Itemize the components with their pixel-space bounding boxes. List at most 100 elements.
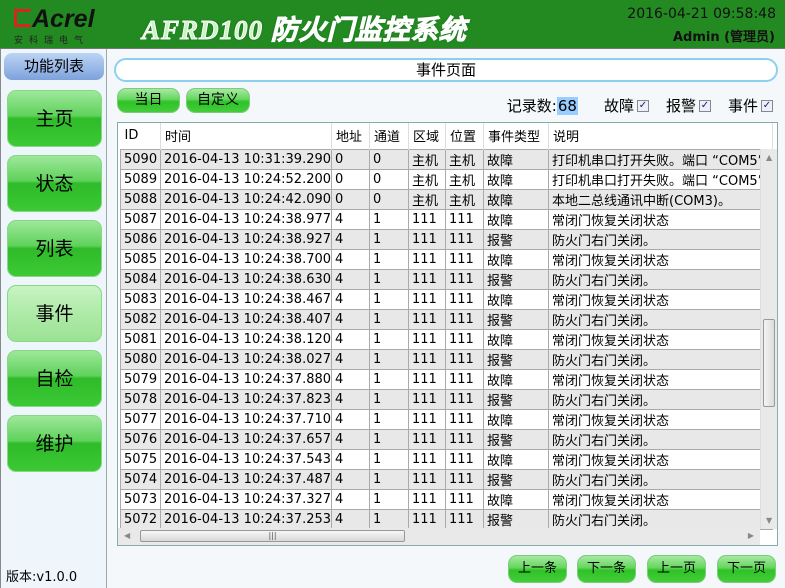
- table-cell: 111: [445, 508, 485, 530]
- table-cell: 111: [408, 348, 447, 370]
- table-row[interactable]: 5077 2016-04-13 10:24:37.710 4 1 111 111 故障 常闭门…: [120, 408, 774, 430]
- table-cell: 5077: [120, 408, 161, 430]
- table-cell: 故障: [483, 368, 550, 390]
- table-cell: 111: [408, 448, 447, 470]
- table-cell: 4: [331, 208, 371, 230]
- table-cell: 2016-04-13 10:24:37.710: [159, 408, 333, 430]
- table-row[interactable]: 5081 2016-04-13 10:24:38.120 4 1 111 111 故障 常闭门…: [120, 328, 774, 350]
- table-cell: 111: [445, 488, 485, 510]
- table-cell: 0: [331, 148, 371, 170]
- table-cell: 111: [445, 368, 485, 390]
- table-cell: 111: [445, 428, 485, 450]
- table-row[interactable]: 5074 2016-04-13 10:24:37.487 4 1 111 111 报警 防火门…: [120, 468, 774, 490]
- column-header[interactable]: 位置: [445, 123, 485, 149]
- table-cell: 常闭门恢复关闭状态: [548, 288, 774, 310]
- scroll-down-icon[interactable]: ▼: [766, 516, 772, 525]
- nav-selftest-button[interactable]: 自检: [7, 350, 102, 407]
- table-cell: 常闭门恢复关闭状态: [548, 248, 774, 270]
- table-cell: 4: [331, 428, 371, 450]
- prev-page-button[interactable]: 上一页: [647, 555, 706, 583]
- table-cell: 5087: [120, 208, 161, 230]
- table-cell: 1: [369, 408, 410, 430]
- scroll-left-icon[interactable]: ◀: [124, 531, 130, 540]
- filter-event-checkbox[interactable]: ✓: [761, 99, 773, 112]
- table-row[interactable]: 5082 2016-04-13 10:24:38.407 4 1 111 111 报警 防火门…: [120, 308, 774, 330]
- nav-list-button[interactable]: 列表: [7, 220, 102, 277]
- table-cell: 1: [369, 468, 410, 490]
- table-row[interactable]: 5072 2016-04-13 10:24:37.253 4 1 111 111 报警 防火门…: [120, 508, 774, 530]
- filter-fault-checkbox[interactable]: ✓: [636, 99, 649, 112]
- table-cell: 111: [408, 208, 447, 230]
- column-header[interactable]: 区域: [408, 123, 447, 149]
- table-cell: 111: [408, 388, 447, 410]
- table-cell: 常闭门恢复关闭状态: [548, 208, 774, 230]
- table-cell: 4: [331, 328, 371, 350]
- table-cell: 1: [369, 428, 410, 450]
- column-header[interactable]: 通道: [369, 123, 410, 149]
- table-cell: 2016-04-13 10:31:39.290: [159, 148, 333, 170]
- datetime: 2016-04-21 09:58:48: [627, 6, 776, 22]
- column-header[interactable]: 时间: [160, 123, 333, 149]
- table-cell: 2016-04-13 10:24:38.407: [159, 308, 333, 330]
- table-row[interactable]: 5078 2016-04-13 10:24:37.823 4 1 111 111 报警 防火门…: [120, 388, 774, 410]
- vertical-scrollbar[interactable]: ▲ ▼: [760, 149, 777, 529]
- column-header[interactable]: ID: [120, 123, 161, 149]
- nav-events-button[interactable]: 事件: [7, 285, 102, 342]
- nav-status-button[interactable]: 状态: [7, 155, 102, 212]
- table-cell: 2016-04-13 10:24:37.327: [159, 488, 333, 510]
- nav-maintenance-button[interactable]: 维护: [7, 415, 102, 472]
- table-row[interactable]: 5076 2016-04-13 10:24:37.657 4 1 111 111 报警 防火门…: [120, 428, 774, 450]
- column-header[interactable]: 说明: [548, 123, 774, 149]
- next-item-button[interactable]: 下一条: [577, 555, 636, 583]
- custom-range-button[interactable]: 自定义: [186, 88, 250, 113]
- table-row[interactable]: 5090 2016-04-13 10:31:39.290 0 0 主机 主机 故障 打印机串口…: [120, 148, 774, 170]
- table-cell: 0: [331, 188, 371, 210]
- scroll-up-icon[interactable]: ▲: [766, 153, 772, 162]
- table-cell: 常闭门恢复关闭状态: [548, 328, 774, 350]
- filter-alarm-checkbox[interactable]: ✓: [698, 99, 711, 112]
- table-cell: 防火门右门关闭。: [548, 268, 774, 290]
- version-label: 版本:v1.0.0: [6, 570, 78, 585]
- table-row[interactable]: 5084 2016-04-13 10:24:38.630 4 1 111 111 报警 防火门…: [120, 268, 774, 290]
- table-cell: 1: [369, 308, 410, 330]
- table-row[interactable]: 5073 2016-04-13 10:24:37.327 4 1 111 111 故障 常闭门…: [120, 488, 774, 510]
- column-header[interactable]: 地址: [331, 123, 371, 149]
- table-cell: 111: [408, 268, 447, 290]
- table-cell: 1: [369, 288, 410, 310]
- table-row[interactable]: 5080 2016-04-13 10:24:38.027 4 1 111 111 报警 防火门…: [120, 348, 774, 370]
- table-row[interactable]: 5089 2016-04-13 10:24:52.200 0 0 主机 主机 故障 打印机串口…: [120, 168, 774, 190]
- table-cell: 1: [369, 268, 410, 290]
- scroll-right-icon[interactable]: ▶: [748, 531, 754, 540]
- table-cell: 故障: [483, 148, 550, 170]
- table-cell: 报警: [483, 348, 550, 370]
- table-cell: 4: [331, 388, 371, 410]
- table-row[interactable]: 5085 2016-04-13 10:24:38.700 4 1 111 111 故障 常闭门…: [120, 248, 774, 270]
- table-cell: 2016-04-13 10:24:38.927: [159, 228, 333, 250]
- table-cell: 2016-04-13 10:24:38.027: [159, 348, 333, 370]
- table-row[interactable]: 5075 2016-04-13 10:24:37.543 4 1 111 111 故障 常闭门…: [120, 448, 774, 470]
- table-row[interactable]: 5087 2016-04-13 10:24:38.977 4 1 111 111 故障 常闭门…: [120, 208, 774, 230]
- table-row[interactable]: 5083 2016-04-13 10:24:38.467 4 1 111 111 故障 常闭门…: [120, 288, 774, 310]
- table-cell: 0: [369, 148, 410, 170]
- nav-home-button[interactable]: 主页: [7, 90, 102, 147]
- horizontal-scrollbar[interactable]: ◀ ||| ▶: [118, 528, 760, 545]
- table-cell: 1: [369, 448, 410, 470]
- table-cell: 5081: [120, 328, 161, 350]
- prev-item-button[interactable]: 上一条: [508, 555, 567, 583]
- table-cell: 111: [408, 308, 447, 330]
- table-row[interactable]: 5079 2016-04-13 10:24:37.880 4 1 111 111 故障 常闭门…: [120, 368, 774, 390]
- today-button[interactable]: 当日: [117, 88, 180, 113]
- table-row[interactable]: 5088 2016-04-13 10:24:42.090 0 0 主机 主机 故障 本地二总线…: [120, 188, 774, 210]
- column-header[interactable]: 事件类型: [483, 123, 550, 149]
- table-cell: 防火门右门关闭。: [548, 228, 774, 250]
- next-page-button[interactable]: 下一页: [717, 555, 776, 583]
- table-cell: 报警: [483, 428, 550, 450]
- table-cell: 2016-04-13 10:24:37.823: [159, 388, 333, 410]
- table-cell: 5083: [120, 288, 161, 310]
- table-cell: 1: [369, 348, 410, 370]
- horizontal-scroll-thumb[interactable]: |||: [140, 530, 405, 542]
- table-row[interactable]: 5086 2016-04-13 10:24:38.927 4 1 111 111 报警 防火门…: [120, 228, 774, 250]
- vertical-scroll-thumb[interactable]: [763, 319, 775, 407]
- table-cell: 111: [408, 328, 447, 350]
- table-cell: 5088: [120, 188, 161, 210]
